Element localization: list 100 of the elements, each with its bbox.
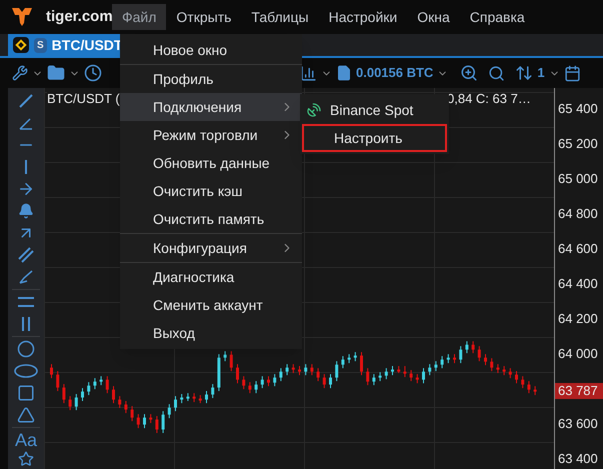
chart-header: BTC/USDT ( (47, 89, 122, 108)
price-label: 65 000 (558, 170, 598, 187)
candlestick (440, 356, 444, 369)
menu-item[interactable]: Режим торговли (120, 121, 302, 149)
candlestick (515, 370, 518, 384)
candlestick (112, 386, 115, 404)
candlestick (211, 384, 214, 399)
candlestick (478, 346, 481, 362)
scale-count[interactable]: 1 (537, 63, 545, 83)
candlestick (354, 352, 357, 362)
candlestick (391, 366, 394, 376)
candlestick (236, 364, 239, 384)
candlestick (279, 368, 282, 382)
price-label: 63 600 (558, 416, 598, 432)
candlestick (205, 390, 208, 404)
menu-item[interactable]: Очистить память (120, 205, 302, 233)
candlestick (502, 366, 506, 376)
menu-tab[interactable]: Файл (112, 4, 166, 30)
candlestick (341, 356, 344, 369)
candlestick (260, 376, 264, 389)
satellite-dish-icon (306, 102, 322, 118)
candlestick (74, 394, 78, 411)
clock-icon[interactable] (84, 64, 102, 82)
candlestick (248, 382, 252, 394)
candlestick (521, 376, 524, 389)
candlestick (310, 364, 314, 376)
candlestick (267, 376, 270, 387)
candlestick (322, 374, 326, 389)
candlestick (180, 394, 184, 404)
candlestick (335, 360, 338, 382)
menu-tab[interactable]: Открыть (166, 4, 242, 30)
candlestick (62, 384, 66, 404)
candlestick (168, 404, 171, 419)
candlestick (106, 376, 109, 394)
candlestick (360, 352, 363, 376)
price-label: 63 400 (558, 450, 598, 466)
candlestick (298, 366, 301, 376)
tiger-logo-icon (12, 8, 32, 26)
calendar-icon[interactable] (564, 64, 581, 82)
candlestick (329, 374, 332, 389)
search-icon[interactable] (488, 64, 506, 82)
folder-icon[interactable] (47, 64, 65, 82)
menu-item[interactable]: Выход (120, 319, 302, 347)
candlestick (68, 396, 72, 411)
candlestick (273, 374, 276, 387)
zoom-in-icon[interactable] (460, 64, 478, 82)
candlestick (459, 346, 462, 364)
candlestick (230, 350, 233, 372)
candlestick (118, 396, 122, 409)
menu-item[interactable]: Конфигурация (120, 234, 302, 262)
candlestick (136, 414, 140, 429)
candlestick (422, 368, 425, 384)
sort-icon[interactable] (515, 64, 534, 82)
menu-tab[interactable]: Справка (460, 4, 535, 30)
menu-tab[interactable]: Настройки (318, 4, 408, 30)
price-label: 64 200 (558, 310, 598, 327)
price-label: 64 400 (558, 276, 598, 292)
candlestick (434, 360, 438, 372)
candlestick (304, 364, 308, 376)
candlestick (174, 396, 177, 412)
candlestick (472, 340, 475, 354)
price-label: 64 800 (558, 206, 598, 222)
candlestick (124, 400, 128, 414)
last-price-marker: 63 787 (555, 383, 603, 399)
menu-item[interactable]: Настроить (302, 124, 447, 152)
menu-item[interactable]: Подключения (120, 93, 302, 121)
menu-item[interactable]: Профиль (120, 65, 302, 93)
menu-tab[interactable]: Окна (407, 4, 460, 30)
wrench-icon[interactable] (12, 65, 28, 81)
exchange-icon (13, 37, 29, 53)
candlestick (56, 370, 60, 392)
menu-item[interactable]: Обновить данные (120, 149, 302, 177)
candlestick (490, 358, 494, 372)
candlestick (403, 366, 406, 378)
candlestick (316, 368, 320, 382)
candlestick (50, 364, 53, 379)
candlestick (286, 364, 289, 376)
menu-item[interactable]: Binance Spot (300, 96, 449, 124)
menu-item[interactable]: Очистить кэш (120, 177, 302, 205)
text-tool[interactable]: Aa (14, 429, 38, 451)
candlestick (366, 368, 370, 386)
candlestick (224, 350, 227, 362)
candlestick (87, 382, 90, 396)
menu-item[interactable]: Сменить аккаунт (120, 291, 302, 319)
candlestick (155, 416, 158, 434)
price-label: 65 200 (558, 136, 598, 152)
star-icon[interactable] (18, 451, 34, 467)
menu-tab[interactable]: Таблицы (241, 4, 319, 30)
candlestick (428, 364, 432, 376)
price-label: 64 600 (558, 240, 598, 257)
order-size[interactable]: 0.00156 BTC (356, 63, 434, 83)
candlestick (254, 380, 258, 394)
menu-item[interactable]: Диагностика (120, 263, 302, 291)
candlestick (242, 376, 246, 390)
bar-chart-icon[interactable] (300, 64, 317, 82)
candlestick (410, 370, 413, 382)
file-icon[interactable] (336, 65, 352, 81)
candlestick (143, 414, 146, 429)
candlestick (93, 378, 96, 390)
candlestick (416, 374, 419, 384)
